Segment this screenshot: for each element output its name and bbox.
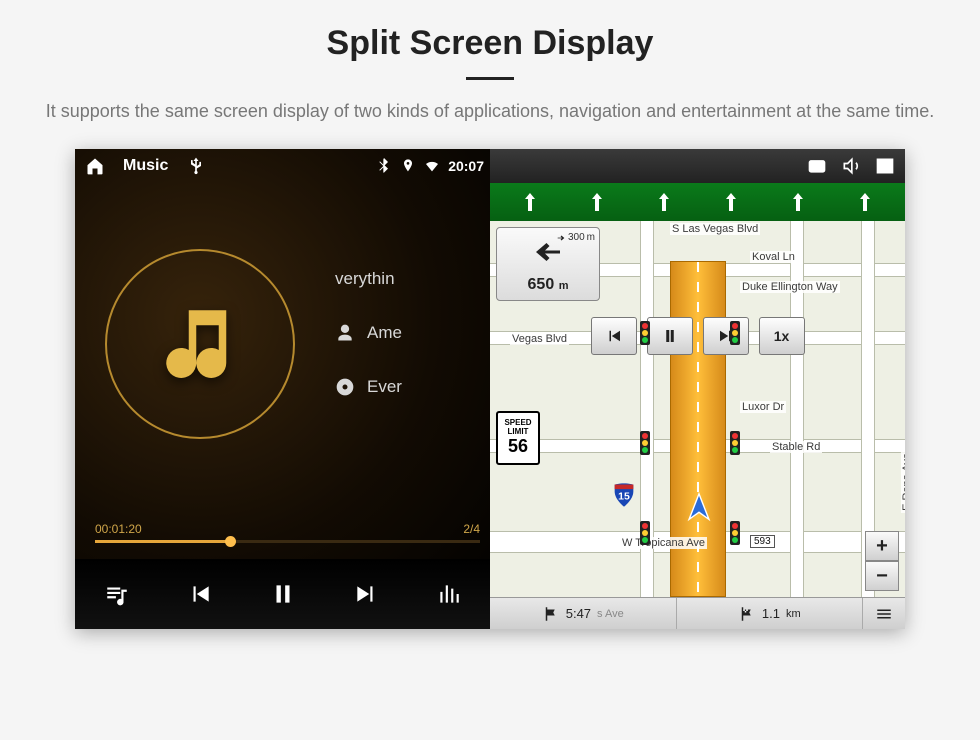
music-header-label: Music — [123, 157, 168, 175]
lane-arrow-icon — [719, 190, 743, 214]
track-counter: 2/4 — [463, 522, 480, 536]
status-time: 20:07 — [448, 158, 484, 174]
traffic-light-icon — [730, 321, 740, 345]
right-turn-icon — [556, 233, 566, 243]
lane-arrow-icon — [585, 190, 609, 214]
checkered-flag-icon — [738, 605, 756, 623]
sim-speed-button[interactable]: 1x — [759, 317, 805, 355]
eta-value: 5:47 — [566, 606, 591, 621]
traffic-light-icon — [730, 431, 740, 455]
turn-distance: 650 m — [528, 276, 569, 294]
traffic-light-icon — [730, 521, 740, 545]
lane-guidance — [490, 183, 905, 221]
usb-icon[interactable] — [186, 156, 206, 176]
prev-track-icon[interactable] — [187, 581, 213, 607]
interstate-icon: 15 — [610, 481, 638, 509]
distance-segment[interactable]: 1.1 km — [677, 598, 864, 629]
sim-rewind-button[interactable] — [591, 317, 637, 355]
seek-bar-thumb[interactable] — [225, 536, 236, 547]
zoom-out-button[interactable]: − — [865, 561, 899, 591]
status-bar: 20:07 — [370, 149, 490, 183]
split-icon[interactable] — [875, 156, 895, 176]
street-label: E Reno Ave — [901, 451, 905, 513]
nav-bottom-bar: 5:47 s Ave 1.1 km — [490, 597, 905, 629]
track-info: verythin Ame Ever — [335, 269, 402, 397]
screenshot-icon[interactable] — [807, 156, 827, 176]
street-label: Luxor Dr — [740, 401, 786, 413]
track-title: verythin — [335, 269, 395, 289]
sim-pause-button[interactable] — [647, 317, 693, 355]
nav-system-bar — [490, 149, 905, 183]
svg-text:15: 15 — [618, 491, 630, 503]
lane-arrow-icon — [853, 190, 877, 214]
street-label: Vegas Blvd — [510, 333, 569, 345]
flag-icon — [542, 605, 560, 623]
traffic-light-icon — [640, 521, 650, 545]
map-canvas[interactable]: S Las Vegas Blvd Koval Ln Duke Ellington… — [490, 221, 905, 597]
street-label: Duke Ellington Way — [740, 281, 840, 293]
artist-icon — [335, 323, 355, 343]
volume-icon[interactable] — [841, 156, 861, 176]
street-label: Koval Ln — [750, 251, 797, 263]
music-pane: Music 20:07 verythin Ame Ever 00: — [75, 149, 490, 629]
seek-bar[interactable] — [95, 540, 480, 543]
bluetooth-icon — [376, 158, 392, 174]
eta-sub: s Ave — [597, 608, 624, 620]
seek-bar-fill — [95, 540, 230, 543]
location-icon — [400, 158, 416, 174]
street-label: S Las Vegas Blvd — [670, 223, 760, 235]
distance-badge: 593 — [750, 535, 775, 548]
eq-icon[interactable] — [436, 581, 462, 607]
lane-arrow-icon — [652, 190, 676, 214]
wifi-icon — [424, 158, 440, 174]
zoom-controls: + − — [865, 531, 899, 591]
playlist-icon[interactable] — [104, 581, 130, 607]
sim-forward-button[interactable] — [703, 317, 749, 355]
lane-arrow-icon — [786, 190, 810, 214]
title-underline — [466, 77, 514, 80]
artist-name: Ame — [367, 323, 402, 343]
traffic-light-icon — [640, 431, 650, 455]
eta-segment[interactable]: 5:47 s Ave — [490, 598, 677, 629]
music-note-icon — [155, 299, 245, 389]
navigation-pane: S Las Vegas Blvd Koval Ln Duke Ellington… — [490, 149, 905, 629]
zoom-in-button[interactable]: + — [865, 531, 899, 561]
hero-title: Split Screen Display — [0, 24, 980, 63]
elapsed-time: 00:01:20 — [95, 522, 142, 536]
device-screenshot: Music 20:07 verythin Ame Ever 00: — [75, 149, 905, 629]
vehicle-cursor-icon — [682, 491, 716, 525]
lane-arrow-icon — [518, 190, 542, 214]
next-turn-hint: 300m — [556, 232, 595, 243]
distance-unit: km — [786, 608, 801, 620]
street-label: W Tropicana Ave — [620, 537, 707, 549]
speed-limit-sign: SPEED LIMIT 56 — [496, 411, 540, 465]
hero-subtitle: It supports the same screen display of t… — [0, 98, 980, 149]
turn-instruction: 300m 650 m — [496, 227, 600, 301]
road — [790, 221, 804, 597]
progress-area: 00:01:20 2/4 — [95, 522, 480, 543]
remaining-distance: 1.1 — [762, 606, 780, 621]
traffic-light-icon — [640, 321, 650, 345]
album-name: Ever — [367, 377, 402, 397]
pause-icon[interactable] — [270, 581, 296, 607]
menu-button[interactable] — [863, 598, 905, 629]
next-track-icon[interactable] — [353, 581, 379, 607]
album-icon — [335, 377, 355, 397]
street-label: Stable Rd — [770, 441, 822, 453]
album-art — [105, 249, 295, 439]
home-icon[interactable] — [85, 156, 105, 176]
player-controls — [75, 559, 490, 629]
hamburger-icon — [875, 605, 893, 623]
sim-controls: 1x — [591, 317, 805, 355]
